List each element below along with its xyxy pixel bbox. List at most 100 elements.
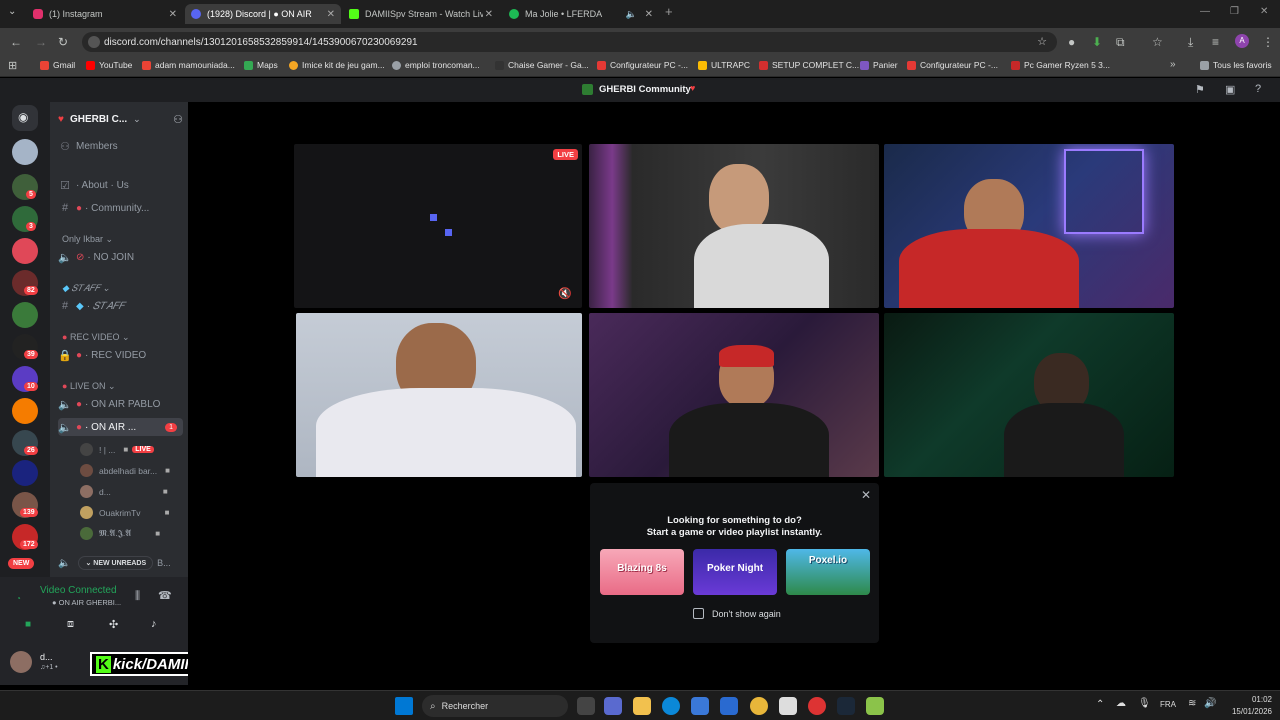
tab-kick[interactable]: DAMIISpv Stream - Watch Live ✕ [343, 4, 499, 24]
close-icon[interactable]: ✕ [327, 9, 335, 20]
screen-share-button[interactable]: ⧈ [58, 616, 88, 634]
chrome-icon[interactable] [750, 697, 768, 715]
wifi-icon[interactable]: ≋ [1188, 698, 1196, 709]
server-icon[interactable] [12, 460, 38, 486]
close-icon[interactable]: ✕ [645, 9, 653, 20]
server-header[interactable]: ♥ GHERBI C... ⌄ ⚇ [58, 110, 183, 128]
app-icon[interactable] [866, 697, 884, 715]
channel-community[interactable]: # ● · Community... [58, 199, 183, 217]
bookmark-pcgamer[interactable]: Pc Gamer Ryzen 5 3... [1011, 60, 1110, 70]
menu-icon[interactable]: ⋮ [1262, 35, 1274, 49]
invite-icon[interactable]: ⚇ [173, 113, 183, 126]
mic-icon[interactable]: 🎙 [1138, 698, 1151, 709]
soundboard-button[interactable]: ♪ [142, 616, 172, 634]
discord-home-icon[interactable]: ◉ [12, 105, 38, 131]
server-icon[interactable] [12, 139, 38, 165]
mail-icon[interactable] [720, 697, 738, 715]
video-tile-user[interactable] [589, 313, 879, 477]
media-icon[interactable]: ≡ [1212, 35, 1219, 49]
tab-discord[interactable]: (1928) Discord | ● ON AIR ✕ [185, 4, 341, 24]
server-icon[interactable] [12, 302, 38, 328]
extension-icon[interactable]: ● [1068, 35, 1075, 49]
video-tile-user[interactable] [589, 144, 879, 308]
members-link[interactable]: ⚇ Members [58, 137, 183, 155]
new-tab-button[interactable]: + [665, 4, 673, 19]
bookmark-ultrapc[interactable]: ULTRAPC [698, 60, 750, 70]
edge-icon[interactable] [662, 697, 680, 715]
taskbar-search[interactable]: ⌕ Rechercher [422, 695, 568, 717]
file-explorer-icon[interactable] [633, 697, 651, 715]
new-badge[interactable]: NEW [8, 558, 35, 569]
bookmark-gmail[interactable]: Gmail [40, 60, 75, 70]
tab-spotify[interactable]: Ma Jolie • LFERDA 🔈 ✕ [503, 4, 659, 24]
address-bar[interactable]: discord.com/channels/1301201658532859914… [82, 32, 1057, 52]
bookmark-emploi[interactable]: emploi troncoman... [392, 60, 480, 70]
channel-on-air-pablo[interactable]: 🔈 ● · ON AIR PABLO [58, 395, 183, 413]
channel-about-us[interactable]: ☑ · About · Us [58, 176, 183, 194]
game-poxel-io[interactable]: Poxel.io [786, 549, 870, 595]
more-bookmarks-icon[interactable]: » [1170, 59, 1176, 70]
window-icon[interactable]: ▣ [1225, 83, 1235, 96]
channel-rec-video[interactable]: 🔒 ● · REC VIDEO [58, 346, 183, 364]
category-only-ikbar[interactable]: Only Ikbar ⌄ [62, 234, 113, 245]
all-bookmarks[interactable]: Tous les favoris [1200, 60, 1272, 70]
bookmark-panier[interactable]: Panier [860, 60, 898, 70]
new-unreads-pill[interactable]: ⌄ NEW UNREADS [78, 556, 154, 570]
close-icon[interactable]: ✕ [169, 9, 177, 20]
voice-user[interactable]: ! | ... ■ LIVE [80, 443, 154, 456]
clock-date[interactable]: 15/01/2026 [1226, 707, 1272, 716]
app-icon[interactable] [808, 697, 826, 715]
voice-user[interactable]: d... ■ [80, 485, 168, 498]
mute-tab-icon[interactable]: 🔈 [626, 9, 637, 20]
volume-icon[interactable]: 🔊 [1204, 698, 1216, 709]
downloads-icon[interactable]: ⤓ [1188, 35, 1193, 50]
voice-user[interactable]: OuakrimTv ■ [80, 506, 169, 519]
extensions-puzzle-icon[interactable]: ⧉ [1116, 35, 1125, 50]
steam-icon[interactable] [837, 697, 855, 715]
bookmark-configurateur-2[interactable]: Configurateur PC -... [907, 60, 998, 70]
close-icon[interactable]: ✕ [485, 9, 493, 20]
app-icon[interactable] [604, 697, 622, 715]
camera-button[interactable]: ■ [16, 616, 46, 634]
dont-show-again-checkbox[interactable]: Don't show again [693, 608, 781, 619]
capcut-icon[interactable] [779, 697, 797, 715]
bookmark-maps[interactable]: Maps [244, 60, 278, 70]
channel-on-air-active[interactable]: 🔈 ● · ON AIR ... 1 [58, 418, 183, 436]
favorites-icon[interactable]: ☆ [1152, 35, 1163, 49]
server-icon[interactable] [12, 238, 38, 264]
windows-start-icon[interactable] [395, 697, 413, 715]
store-icon[interactable] [691, 697, 709, 715]
channel-staff[interactable]: # ◆ · 𝑆𝑇𝐴𝐹𝐹 [58, 297, 183, 315]
bookmark-setup[interactable]: SETUP COMPLET C... [759, 60, 859, 70]
game-poker-night[interactable]: Poker Night [693, 549, 777, 595]
category-staff[interactable]: ◆ 𝑆𝑇𝐴𝐹𝐹 ⌄ [62, 283, 110, 294]
language-indicator[interactable]: FRA [1160, 700, 1176, 709]
apps-grid-icon[interactable]: ⊞ [8, 59, 17, 72]
tray-chevron-icon[interactable]: ⌃ [1096, 699, 1104, 710]
bookmark-star-icon[interactable]: ☆ [1037, 35, 1047, 48]
bookmark-youtube[interactable]: YouTube [86, 60, 132, 70]
voice-channel-name[interactable]: ● ON AIR GHERBI... [52, 598, 121, 607]
video-tile-user[interactable] [296, 313, 582, 477]
checkbox[interactable] [693, 608, 704, 619]
voice-user[interactable]: abdelhadi bar... ■ [80, 464, 170, 477]
help-icon[interactable]: ? [1255, 83, 1261, 95]
forward-icon[interactable]: → [35, 35, 47, 49]
inbox-icon[interactable]: ⚑ [1195, 83, 1205, 96]
category-live-on[interactable]: ● LIVE ON ⌄ [62, 381, 116, 392]
minimize-button[interactable]: — [1200, 6, 1210, 17]
tab-search-icon[interactable]: ⌄ [8, 6, 16, 17]
clock-time[interactable]: 01:02 [1234, 695, 1272, 704]
category-rec-video[interactable]: ● REC VIDEO ⌄ [62, 332, 130, 343]
video-tile-stream[interactable]: LIVE 🔇 [294, 144, 582, 308]
profile-avatar[interactable]: A [1235, 34, 1249, 48]
tab-instagram[interactable]: (1) Instagram ✕ [27, 4, 183, 24]
new-unreads-row[interactable]: 🔈 ⌄ NEW UNREADS B... [58, 555, 183, 571]
download-ext-icon[interactable]: ⬇ [1092, 35, 1102, 49]
mute-icon[interactable]: 🔇 [558, 287, 572, 300]
disconnect-icon[interactable]: ☎ [158, 589, 172, 602]
bookmark-imice[interactable]: Imice kit de jeu gam... [289, 60, 385, 70]
user-avatar[interactable] [10, 651, 32, 673]
back-icon[interactable]: ← [10, 35, 22, 49]
reload-icon[interactable]: ↻ [58, 35, 68, 49]
